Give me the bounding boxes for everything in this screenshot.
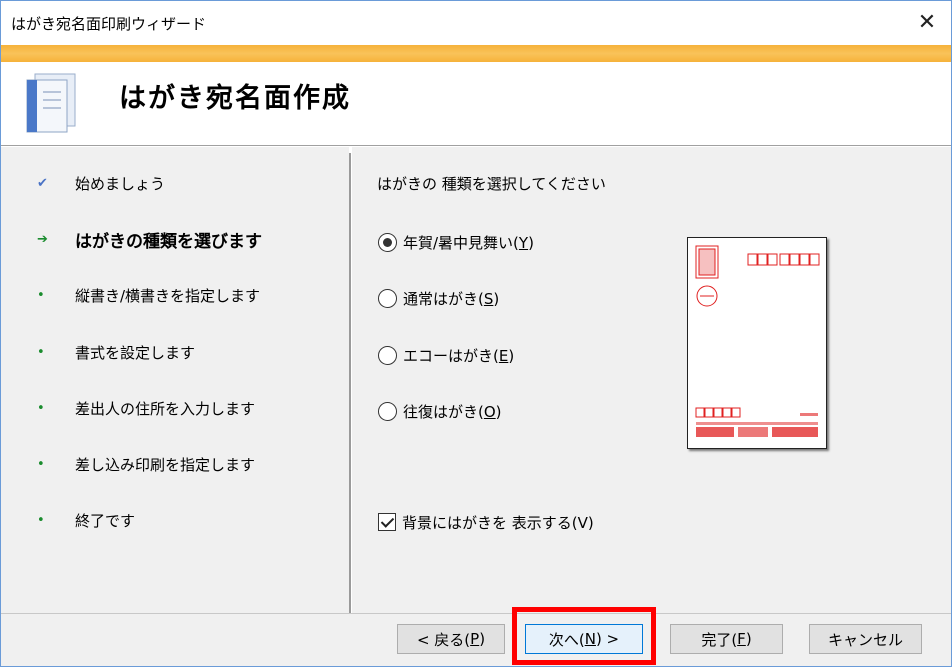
step-label: 縦書き/横書きを指定します [75,286,261,305]
step-format: • 書式を設定します [37,338,195,366]
arrow-right-icon: ➔ [37,231,48,247]
back-button[interactable]: < 戻る(P) [397,624,505,654]
wizard-header: はがき宛名面作成 [1,62,951,146]
radio-new-year[interactable]: 年賀/暑中見舞い(Y) [378,231,534,253]
step-label: 書式を設定します [75,343,196,362]
card-type-prompt: はがきの 種類を選択してください [377,175,606,193]
step-mail-merge: • 差し込み印刷を指定します [37,450,255,478]
radio-echo-card[interactable]: エコーはがき(E) [378,344,514,366]
radio-button-checked[interactable] [378,232,397,252]
step-label: 差し込み印刷を指定します [75,455,256,474]
step-orientation: • 縦書き/横書きを指定します [37,281,260,309]
radio-normal-card[interactable]: 通常はがき(S) [378,287,499,309]
button-bar: < 戻る(P) 次へ(N) > 完了(F) キャンセル [1,613,951,666]
radio-button[interactable] [378,345,397,365]
option-label: 年賀/暑中見舞い(Y) [403,233,534,252]
option-label: エコーはがき(E) [403,346,515,365]
bullet-icon: • [37,512,45,528]
finish-button[interactable]: 完了(F) [670,624,783,654]
show-background-checkbox[interactable]: 背景にはがきを 表示する(V) [378,511,594,533]
checkbox-checked[interactable] [378,513,396,531]
postcard-preview-image [695,245,820,437]
wizard-window: はがき宛名面印刷ウィザード ✕ はがき宛名面作成 ✔ 始めましょう ➔ はがきの… [0,0,952,667]
window-title: はがき宛名面印刷ウィザード [11,15,207,33]
step-label: 差出人の住所を入力します [75,399,256,418]
step-label: 始めましょう [75,174,166,193]
postcard-preview [687,237,827,449]
options-pane: はがきの 種類を選択してください 年賀/暑中見舞い(Y) 通常はがき(S) エコ… [352,147,951,613]
step-card-type: ➔ はがきの種類を選びます [37,225,262,253]
accent-bar [1,45,951,62]
radio-button[interactable] [378,401,397,421]
step-finish: • 終了です [37,506,135,534]
radio-button[interactable] [378,288,397,308]
next-button-highlight [512,607,656,665]
steps-pane: ✔ 始めましょう ➔ はがきの種類を選びます • 縦書き/横書きを指定します •… [1,147,349,613]
step-label: 終了です [75,511,136,530]
cancel-button[interactable]: キャンセル [809,624,922,654]
bullet-icon: • [37,287,45,303]
step-start: ✔ 始めましょう [37,169,165,197]
step-label: はがきの種類を選びます [75,231,262,252]
check-icon: ✔ [37,175,48,191]
postcard-logo-icon [26,73,76,133]
bullet-icon: • [37,456,45,472]
option-label: 通常はがき(S) [403,289,500,308]
radio-reply-card[interactable]: 往復はがき(O) [378,400,502,422]
title-bar: はがき宛名面印刷ウィザード ✕ [1,1,951,45]
option-label: 往復はがき(O) [403,402,502,421]
step-sender-address: • 差出人の住所を入力します [37,394,255,422]
pane-divider [349,153,351,613]
close-icon[interactable]: ✕ [913,9,941,37]
checkbox-label: 背景にはがきを 表示する(V) [402,513,594,532]
bullet-icon: • [37,400,45,416]
page-title: はがき宛名面作成 [119,83,351,114]
bullet-icon: • [37,344,45,360]
